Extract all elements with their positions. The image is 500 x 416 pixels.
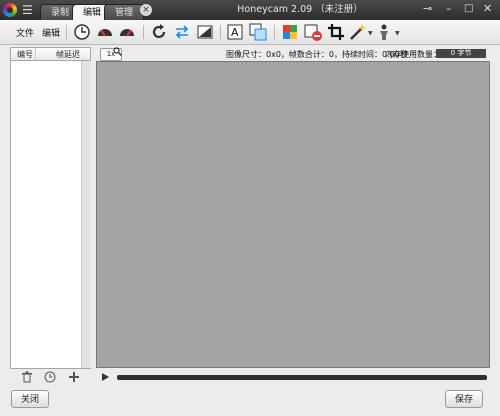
frame-delay-icon[interactable] xyxy=(44,371,56,386)
window-title: Honeycam 2.09 （未注册） xyxy=(237,4,363,15)
image-info-text: 图像尺寸：0x0，帧数合计：0，持续时间：0.00秒 xyxy=(226,50,408,59)
play-button[interactable] xyxy=(98,370,112,384)
rotate-icon[interactable] xyxy=(150,23,168,41)
menu-edit[interactable]: 编辑 xyxy=(42,26,60,39)
close-button[interactable]: 关闭 xyxy=(11,390,49,408)
magic-wand-dropdown-icon[interactable]: ▼ xyxy=(368,30,373,37)
frame-list-header: 编号 帧延迟 xyxy=(10,47,91,61)
column-number[interactable]: 编号 xyxy=(17,49,33,60)
preview-canvas[interactable] xyxy=(96,61,490,368)
toolbar-separator xyxy=(143,25,144,39)
add-frame-icon[interactable] xyxy=(68,371,80,386)
frame-list[interactable] xyxy=(10,47,91,369)
svg-text:A: A xyxy=(231,26,239,39)
reverse-frames-icon[interactable] xyxy=(173,23,191,41)
add-image-icon[interactable] xyxy=(249,23,267,41)
timeline-slider[interactable] xyxy=(117,375,487,380)
color-palette-icon[interactable] xyxy=(281,23,299,41)
toolbar-separator xyxy=(66,25,67,39)
memory-usage-label: 内存使用数量： xyxy=(385,50,441,59)
frame-list-scrollbar[interactable] xyxy=(81,61,91,368)
close-tab-icon[interactable]: × xyxy=(140,4,152,16)
delete-frame-icon[interactable] xyxy=(21,371,33,386)
hamburger-menu-icon[interactable]: ☰ xyxy=(22,3,33,17)
save-button[interactable]: 保存 xyxy=(445,390,483,408)
column-divider xyxy=(35,48,36,60)
pin-icon[interactable]: ⊸ xyxy=(423,2,432,16)
watermark-figure-icon[interactable] xyxy=(375,23,393,41)
memory-usage-value: 0 字节 xyxy=(436,49,486,58)
minimize-button[interactable]: – xyxy=(446,2,452,16)
honeycam-logo-icon[interactable] xyxy=(3,3,17,17)
maximize-button[interactable]: □ xyxy=(464,2,473,16)
remove-frame-icon[interactable] xyxy=(304,23,322,41)
magic-wand-icon[interactable] xyxy=(348,23,366,41)
menu-file[interactable]: 文件 xyxy=(16,26,34,39)
crop-icon[interactable] xyxy=(327,23,345,41)
zoom-magnifier-icon[interactable] xyxy=(113,47,122,59)
toolbar-separator xyxy=(274,25,275,39)
column-frame-delay[interactable]: 帧延迟 xyxy=(56,49,80,60)
speed-down-gauge-icon[interactable] xyxy=(96,23,114,41)
speed-up-gauge-icon[interactable] xyxy=(118,23,136,41)
watermark-dropdown-icon[interactable]: ▼ xyxy=(395,30,400,37)
close-window-button[interactable]: ✕ xyxy=(483,2,492,16)
frame-effect-icon[interactable] xyxy=(196,23,214,41)
toolbar-separator xyxy=(220,25,221,39)
add-text-icon[interactable]: A xyxy=(227,23,245,41)
tab-manage[interactable]: 管理 xyxy=(104,4,145,20)
frame-delay-clock-icon[interactable] xyxy=(73,23,91,41)
